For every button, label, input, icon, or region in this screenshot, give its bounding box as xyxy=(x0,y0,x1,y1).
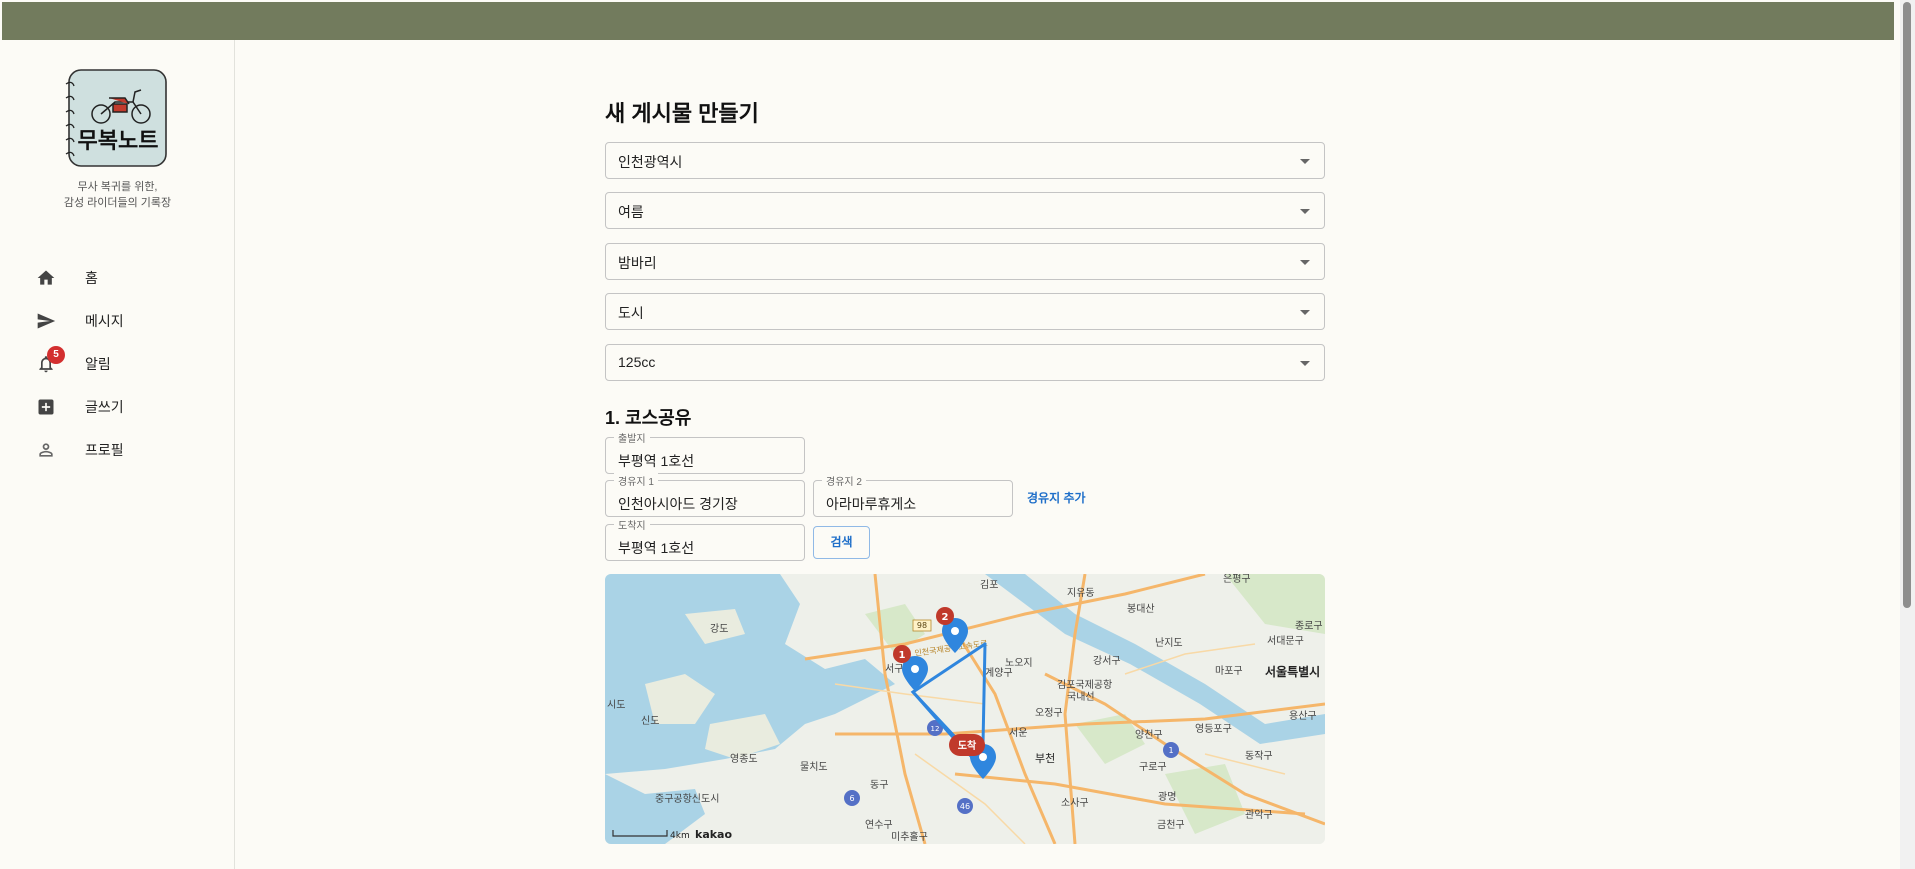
svg-text:무복노트: 무복노트 xyxy=(78,129,159,154)
svg-text:동구: 동구 xyxy=(870,779,888,791)
send-icon xyxy=(37,313,56,329)
start-input[interactable] xyxy=(606,438,804,473)
svg-text:구로구: 구로구 xyxy=(1139,762,1167,773)
sidebar-item-label: 프로필 xyxy=(85,442,124,458)
svg-text:마포구: 마포구 xyxy=(1215,665,1243,677)
svg-text:서운: 서운 xyxy=(1009,727,1027,739)
svg-text:용산구: 용산구 xyxy=(1289,710,1317,722)
waypoint-1-field[interactable]: 경유지 1 xyxy=(605,473,805,517)
select-value: 밤바리 xyxy=(618,255,657,271)
select-value: 여름 xyxy=(618,204,644,220)
page-title: 새 게시물 만들기 xyxy=(605,101,759,126)
svg-text:12: 12 xyxy=(931,725,940,733)
start-field[interactable]: 출발지 xyxy=(605,430,805,474)
scrollbar-thumb[interactable] xyxy=(1903,2,1911,608)
svg-text:영종도: 영종도 xyxy=(730,753,758,765)
svg-text:1: 1 xyxy=(899,650,906,661)
notification-badge: 5 xyxy=(47,346,65,364)
svg-text:6: 6 xyxy=(849,794,854,803)
add-waypoint-button[interactable]: 경유지 추가 xyxy=(1027,489,1086,506)
svg-text:강도: 강도 xyxy=(710,623,728,635)
svg-text:중구공항신도시: 중구공항신도시 xyxy=(655,793,719,805)
svg-text:영등포구: 영등포구 xyxy=(1195,723,1232,735)
chevron-down-icon xyxy=(1300,310,1310,315)
waypoint-1-input[interactable] xyxy=(606,481,804,516)
svg-text:종로구: 종로구 xyxy=(1295,620,1323,632)
home-icon xyxy=(37,270,55,285)
svg-text:김포: 김포 xyxy=(980,579,998,591)
sidebar-item-label: 홈 xyxy=(85,270,98,286)
route-map[interactable]: 98 6 46 1 12 김포 지유동 봉대산 은평구 서대문구 종로구 서울특… xyxy=(605,574,1325,844)
arrival-marker[interactable]: 도착 xyxy=(949,734,985,756)
waypoint-2-field[interactable]: 경유지 2 xyxy=(813,473,1013,517)
chevron-down-icon xyxy=(1300,159,1310,164)
svg-text:관악구: 관악구 xyxy=(1245,809,1273,821)
chevron-down-icon xyxy=(1300,361,1310,366)
svg-text:지유동: 지유동 xyxy=(1067,587,1095,599)
sidebar-item-label: 알림 xyxy=(85,356,111,372)
svg-text:신도: 신도 xyxy=(641,715,659,727)
svg-text:물치도: 물치도 xyxy=(800,761,828,773)
svg-text:노오지: 노오지 xyxy=(1005,657,1033,669)
select-value: 도시 xyxy=(618,305,644,321)
svg-text:동작구: 동작구 xyxy=(1245,750,1273,762)
top-app-bar xyxy=(2,2,1894,40)
sidebar-item-label: 메시지 xyxy=(85,313,124,329)
svg-text:도착: 도착 xyxy=(958,739,977,752)
tagline: 무사 복귀를 위한, 감성 라이더들의 기록장 xyxy=(0,179,235,211)
sidebar: 무복노트 무사 복귀를 위한, 감성 라이더들의 기록장 홈 메시지 5 알림 … xyxy=(0,40,235,869)
svg-text:98: 98 xyxy=(917,621,927,630)
select-value: 125cc xyxy=(618,354,656,370)
svg-text:시도: 시도 xyxy=(607,699,625,711)
add-box-icon xyxy=(38,399,54,415)
svg-text:4km: 4km xyxy=(670,831,690,841)
kakao-map-logo: kakao xyxy=(695,828,732,841)
season-select[interactable]: 여름 xyxy=(605,192,1325,229)
chevron-down-icon xyxy=(1300,260,1310,265)
course-section-title: 1. 코스공유 xyxy=(605,408,692,428)
waypoint-2-input[interactable] xyxy=(814,481,1012,516)
end-field[interactable]: 도착지 xyxy=(605,517,805,561)
sidebar-item-write[interactable]: 글쓰기 xyxy=(0,389,235,423)
svg-text:난지도: 난지도 xyxy=(1155,637,1183,649)
sidebar-item-notifications[interactable]: 5 알림 xyxy=(0,346,235,380)
end-input[interactable] xyxy=(606,525,804,560)
tagline-line-1: 무사 복귀를 위한, xyxy=(77,181,158,193)
chevron-down-icon xyxy=(1300,209,1310,214)
waypoint-1-marker[interactable]: 1 xyxy=(893,645,911,663)
person-icon xyxy=(39,443,53,457)
displacement-select[interactable]: 125cc xyxy=(605,344,1325,381)
svg-text:봉대산: 봉대산 xyxy=(1127,603,1155,615)
svg-text:국내선: 국내선 xyxy=(1067,691,1095,703)
svg-text:김포국제공항: 김포국제공항 xyxy=(1057,679,1112,691)
svg-text:부천: 부천 xyxy=(1035,751,1055,765)
sidebar-item-home[interactable]: 홈 xyxy=(0,260,235,294)
app-logo[interactable]: 무복노트 xyxy=(63,68,169,168)
svg-text:연수구: 연수구 xyxy=(865,819,893,831)
sidebar-item-label: 글쓰기 xyxy=(85,399,124,415)
svg-text:46: 46 xyxy=(960,802,970,811)
svg-text:2: 2 xyxy=(942,612,949,623)
waypoint-2-marker[interactable]: 2 xyxy=(936,607,954,625)
terrain-select[interactable]: 도시 xyxy=(605,293,1325,330)
svg-text:은평구: 은평구 xyxy=(1223,574,1251,585)
time-select[interactable]: 밤바리 xyxy=(605,243,1325,280)
svg-text:오정구: 오정구 xyxy=(1035,707,1063,719)
search-button[interactable]: 검색 xyxy=(813,526,870,559)
sidebar-item-messages[interactable]: 메시지 xyxy=(0,303,235,337)
svg-text:서대문구: 서대문구 xyxy=(1267,635,1304,647)
tagline-line-2: 감성 라이더들의 기록장 xyxy=(63,197,172,209)
svg-text:양천구: 양천구 xyxy=(1135,729,1163,741)
svg-text:1: 1 xyxy=(1168,746,1173,755)
sidebar-item-profile[interactable]: 프로필 xyxy=(0,432,235,466)
region-select[interactable]: 인천광역시 xyxy=(605,142,1325,179)
svg-text:미추홀구: 미추홀구 xyxy=(891,830,928,843)
svg-text:강서구: 강서구 xyxy=(1093,655,1121,667)
svg-text:금천구: 금천구 xyxy=(1157,819,1185,831)
svg-text:소사구: 소사구 xyxy=(1061,797,1089,809)
svg-text:서구: 서구 xyxy=(885,663,903,675)
svg-text:광명: 광명 xyxy=(1158,791,1176,803)
svg-text:서울특별시: 서울특별시 xyxy=(1265,664,1320,679)
select-value: 인천광역시 xyxy=(618,154,683,170)
